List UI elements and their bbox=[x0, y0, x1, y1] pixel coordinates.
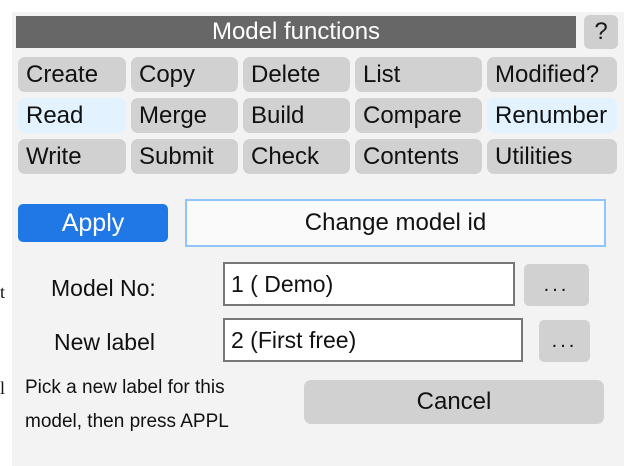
new-label-input[interactable] bbox=[223, 318, 523, 362]
function-button-grid: Create Copy Delete List Modified? Read M… bbox=[18, 57, 622, 175]
hint-text: Pick a new label for this model, then pr… bbox=[25, 371, 290, 439]
clipped-text-fragment-top: t bbox=[0, 282, 6, 302]
create-button[interactable]: Create bbox=[18, 57, 126, 92]
apply-button[interactable]: Apply bbox=[18, 204, 168, 242]
copy-button[interactable]: Copy bbox=[131, 57, 238, 92]
write-button[interactable]: Write bbox=[18, 139, 126, 174]
renumber-button[interactable]: Renumber bbox=[487, 98, 617, 133]
window-title-bar: Model functions bbox=[16, 16, 576, 48]
compare-button[interactable]: Compare bbox=[355, 98, 482, 133]
merge-button[interactable]: Merge bbox=[131, 98, 238, 133]
help-button[interactable]: ? bbox=[584, 15, 618, 49]
utilities-button[interactable]: Utilities bbox=[487, 139, 617, 174]
change-model-id-label: Change model id bbox=[185, 199, 606, 247]
delete-button[interactable]: Delete bbox=[243, 57, 350, 92]
new-label-browse-button[interactable]: ... bbox=[539, 320, 590, 362]
check-button[interactable]: Check bbox=[243, 139, 350, 174]
hint-line-2: model, then press APPL bbox=[25, 411, 229, 432]
cancel-button[interactable]: Cancel bbox=[304, 380, 604, 424]
model-no-label: Model No: bbox=[51, 275, 156, 301]
model-no-browse-button[interactable]: ... bbox=[524, 264, 589, 306]
submit-button[interactable]: Submit bbox=[131, 139, 238, 174]
build-button[interactable]: Build bbox=[243, 98, 350, 133]
window-title: Model functions bbox=[211, 18, 381, 45]
help-icon: ? bbox=[594, 18, 608, 45]
hint-line-1: Pick a new label for this bbox=[25, 377, 225, 398]
new-label-label: New label bbox=[54, 329, 155, 355]
contents-button[interactable]: Contents bbox=[355, 139, 482, 174]
modified-button[interactable]: Modified? bbox=[487, 57, 617, 92]
model-no-input[interactable] bbox=[223, 262, 515, 306]
read-button[interactable]: Read bbox=[18, 98, 126, 133]
clipped-text-fragment-bottom: l bbox=[0, 378, 6, 398]
list-button[interactable]: List bbox=[355, 57, 482, 92]
